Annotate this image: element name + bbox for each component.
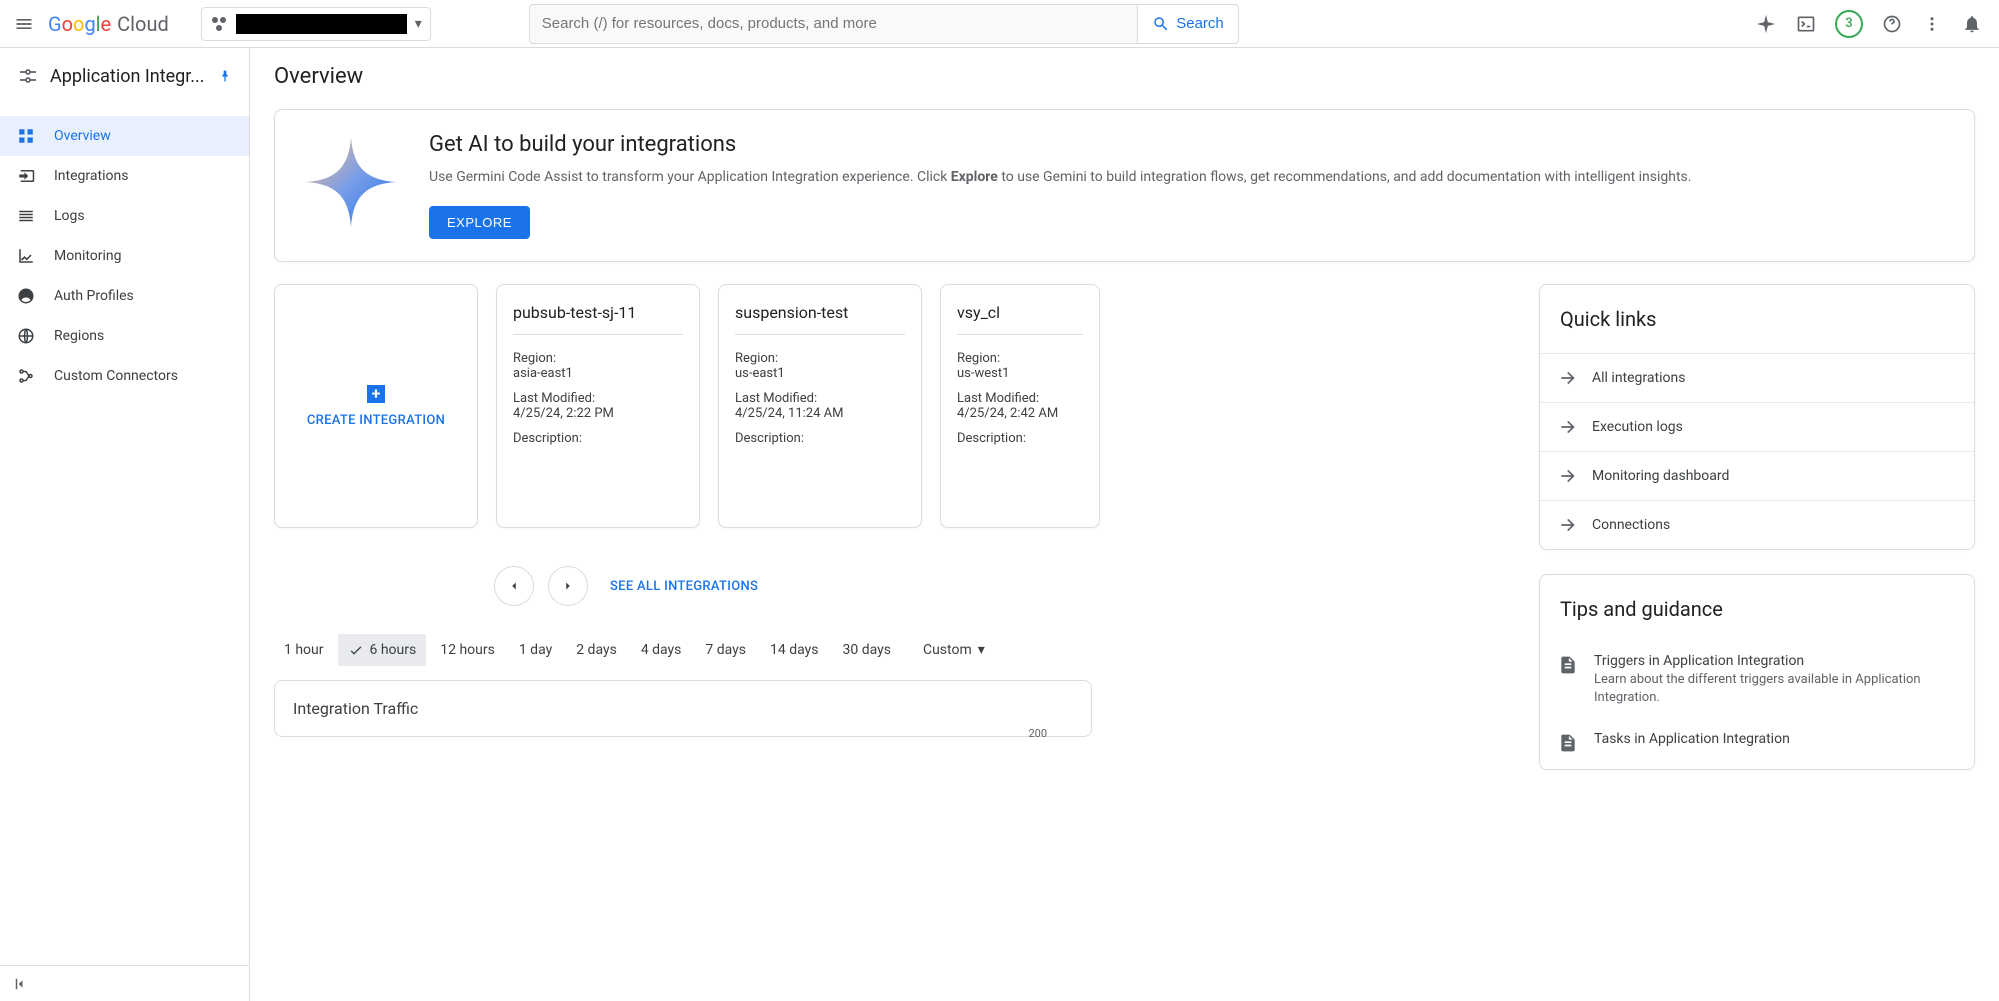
custom-time-tab[interactable]: Custom▾ <box>913 634 995 666</box>
integration-name: suspension-test <box>735 303 905 335</box>
quick-link-item[interactable]: Connections <box>1540 500 1974 549</box>
integration-name: vsy_cl <box>957 303 1083 335</box>
project-icon <box>210 15 228 33</box>
free-trial-badge[interactable]: 3 <box>1835 10 1863 38</box>
nav-icon <box>16 166 36 186</box>
arrow-right-icon <box>1558 466 1578 486</box>
time-tab[interactable]: 2 days <box>566 634 627 666</box>
nav-icon <box>16 366 36 386</box>
ai-promo-card: Get AI to build your integrations Use Ge… <box>274 109 1975 262</box>
quick-link-item[interactable]: All integrations <box>1540 353 1974 402</box>
time-tab[interactable]: 4 days <box>631 634 692 666</box>
help-icon[interactable] <box>1881 13 1903 35</box>
nav-icon <box>16 246 36 266</box>
nav-icon <box>16 286 36 306</box>
gemini-star-icon <box>301 132 401 232</box>
time-tab[interactable]: 6 hours <box>338 634 427 666</box>
document-icon <box>1558 733 1580 755</box>
collapse-icon[interactable] <box>12 975 30 993</box>
page-title: Overview <box>250 48 1999 97</box>
time-tab[interactable]: 1 hour <box>274 634 334 666</box>
see-all-link[interactable]: SEE ALL INTEGRATIONS <box>610 579 758 594</box>
quick-links-title: Quick links <box>1540 285 1974 353</box>
time-tab[interactable]: 14 days <box>760 634 828 666</box>
nav-item-overview[interactable]: Overview <box>0 116 249 156</box>
tips-panel: Tips and guidance Triggers in Applicatio… <box>1539 574 1975 770</box>
traffic-title: Integration Traffic <box>293 699 1073 718</box>
time-tab[interactable]: 7 days <box>695 634 756 666</box>
integration-card[interactable]: pubsub-test-sj-11Region:asia-east1Last M… <box>496 284 700 528</box>
integration-traffic-panel: Integration Traffic 200 <box>274 680 1092 737</box>
y-axis-label: 200 <box>1028 727 1047 740</box>
quick-link-item[interactable]: Monitoring dashboard <box>1540 451 1974 500</box>
next-button[interactable] <box>548 566 588 606</box>
main: Overview Get AI to build your integratio… <box>250 48 1999 1001</box>
nav-icon <box>16 206 36 226</box>
nav-item-auth-profiles[interactable]: Auth Profiles <box>0 276 249 316</box>
header: Google Cloud ▾ Search 3 <box>0 0 1999 48</box>
service-title: Application Integr... <box>50 66 207 87</box>
arrow-right-icon <box>1558 368 1578 388</box>
create-integration-card[interactable]: + CREATE INTEGRATION <box>274 284 478 528</box>
integration-card[interactable]: vsy_clRegion:us-west1Last Modified:4/25/… <box>940 284 1100 528</box>
check-icon <box>348 642 364 658</box>
search-button[interactable]: Search <box>1138 4 1239 44</box>
nav-item-integrations[interactable]: Integrations <box>0 156 249 196</box>
pin-icon[interactable] <box>217 68 233 84</box>
quick-link-item[interactable]: Execution logs <box>1540 402 1974 451</box>
notifications-icon[interactable] <box>1961 13 1983 35</box>
nav-item-monitoring[interactable]: Monitoring <box>0 236 249 276</box>
integration-name: pubsub-test-sj-11 <box>513 303 683 335</box>
chevron-down-icon: ▾ <box>415 16 422 32</box>
document-icon <box>1558 655 1580 677</box>
plus-icon: + <box>367 385 385 403</box>
nav-icon <box>16 326 36 346</box>
time-range-tabs: 1 hour6 hours12 hours1 day2 days4 days7 … <box>274 634 1539 666</box>
explore-button[interactable]: EXPLORE <box>429 206 530 239</box>
time-tab[interactable]: 30 days <box>833 634 901 666</box>
prev-button[interactable] <box>494 566 534 606</box>
gemini-icon[interactable] <box>1755 13 1777 35</box>
service-icon <box>16 64 40 88</box>
sidebar: Application Integr... OverviewIntegratio… <box>0 48 250 1001</box>
project-name-redacted <box>236 14 407 34</box>
nav-icon <box>16 126 36 146</box>
chevron-down-icon: ▾ <box>978 642 985 658</box>
nav: OverviewIntegrationsLogsMonitoringAuth P… <box>0 104 249 965</box>
arrow-right-icon <box>1558 417 1578 437</box>
arrow-right-icon <box>1558 515 1578 535</box>
menu-icon[interactable] <box>12 12 36 36</box>
nav-item-regions[interactable]: Regions <box>0 316 249 356</box>
promo-body: Use Germini Code Assist to transform you… <box>429 167 1691 188</box>
promo-heading: Get AI to build your integrations <box>429 132 1691 157</box>
search-input[interactable] <box>529 4 1138 44</box>
time-tab[interactable]: 1 day <box>509 634 562 666</box>
integration-card[interactable]: suspension-testRegion:us-east1Last Modif… <box>718 284 922 528</box>
nav-item-custom-connectors[interactable]: Custom Connectors <box>0 356 249 396</box>
tip-item[interactable]: Triggers in Application IntegrationLearn… <box>1540 643 1974 721</box>
nav-item-logs[interactable]: Logs <box>0 196 249 236</box>
cloud-shell-icon[interactable] <box>1795 13 1817 35</box>
search-icon <box>1152 15 1170 33</box>
project-picker[interactable]: ▾ <box>201 7 431 41</box>
quick-links-panel: Quick links All integrationsExecution lo… <box>1539 284 1975 550</box>
tips-title: Tips and guidance <box>1540 575 1974 643</box>
google-cloud-logo[interactable]: Google Cloud <box>48 12 169 36</box>
time-tab[interactable]: 12 hours <box>430 634 505 666</box>
more-icon[interactable] <box>1921 13 1943 35</box>
tip-item[interactable]: Tasks in Application Integration <box>1540 721 1974 769</box>
